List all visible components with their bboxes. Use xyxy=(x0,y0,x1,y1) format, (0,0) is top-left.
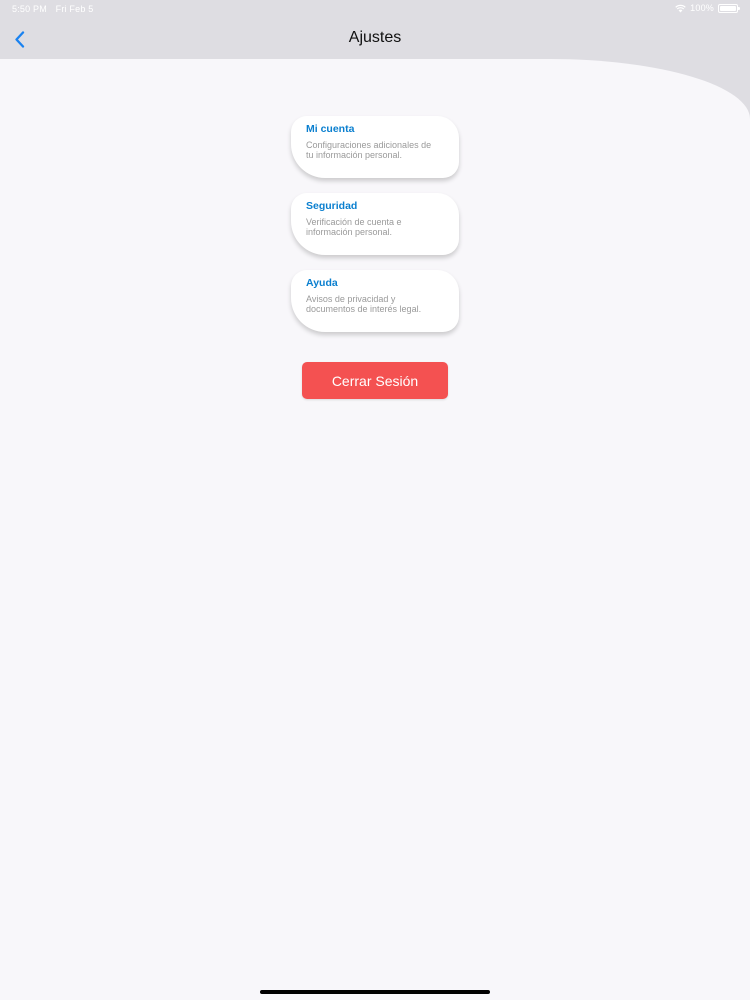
card-title: Ayuda xyxy=(306,277,338,289)
status-date: Fri Feb 5 xyxy=(55,4,94,14)
help-card[interactable]: Ayuda Avisos de privacidad y documentos … xyxy=(291,270,459,332)
card-description: Verificación de cuenta e información per… xyxy=(306,217,402,237)
status-time: 5:50 PM xyxy=(12,4,47,14)
card-description: Configuraciones adicionales de tu inform… xyxy=(306,140,432,160)
battery-percent: 100% xyxy=(690,3,714,13)
nav-bar: Ajustes xyxy=(0,18,750,60)
security-card[interactable]: Seguridad Verificación de cuenta e infor… xyxy=(291,193,459,255)
status-bar: 5:50 PM Fri Feb 5 100% xyxy=(0,0,750,18)
wifi-icon xyxy=(675,4,686,12)
page-title: Ajustes xyxy=(348,29,402,46)
my-account-card[interactable]: Mi cuenta Configuraciones adicionales de… xyxy=(291,116,459,178)
card-title: Mi cuenta xyxy=(306,123,355,135)
battery-icon xyxy=(718,3,740,13)
home-indicator xyxy=(260,990,490,994)
logout-button[interactable]: Cerrar Sesión xyxy=(302,362,448,399)
settings-content: Mi cuenta Configuraciones adicionales de… xyxy=(0,59,750,1000)
card-title: Seguridad xyxy=(306,200,358,212)
card-description: Avisos de privacidad y documentos de int… xyxy=(306,294,422,314)
